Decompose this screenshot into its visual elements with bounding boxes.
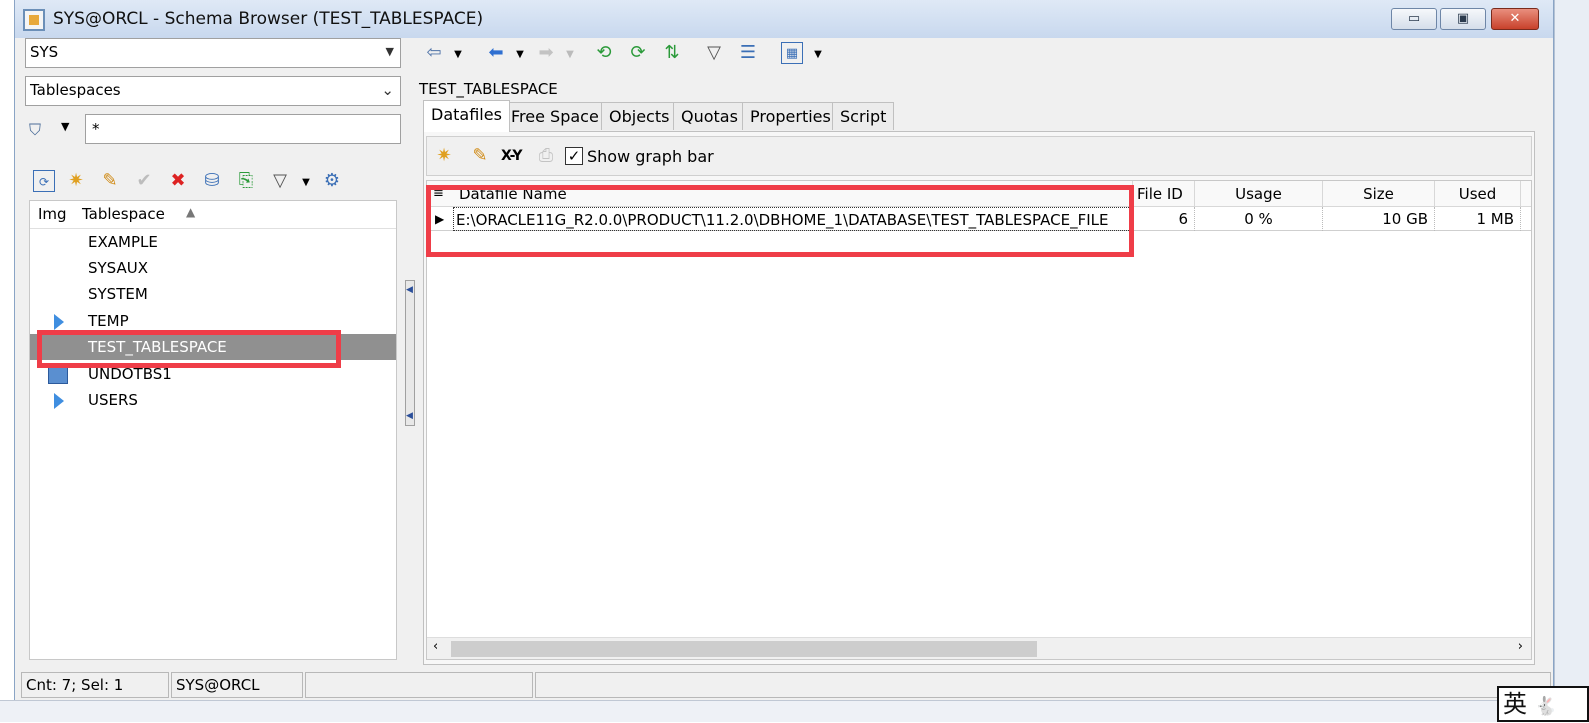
img-column-header[interactable]: Img	[38, 205, 67, 223]
status-connection: SYS@ORCL	[171, 672, 303, 698]
status-panel-empty	[305, 672, 533, 698]
background-taskbar-edge	[0, 700, 1589, 722]
export-icon[interactable]: ⎘	[235, 170, 257, 192]
ime-language-label: 英	[1503, 690, 1527, 718]
refresh-all-icon[interactable]: ⟳	[627, 42, 649, 64]
schema-browser-icon	[23, 9, 45, 31]
chevron-down-icon: ⌄	[381, 81, 394, 99]
object-filter-input[interactable]: *	[85, 114, 401, 144]
datafiles-toolbar: ✷ ✎ X-Y ⎙ ✓ Show graph bar	[426, 136, 1532, 176]
funnel-icon[interactable]: ⛉	[29, 120, 41, 140]
rabbit-icon: 🐇	[1534, 696, 1558, 717]
tablespace-tree[interactable]: Img Tablespace ▲ EXAMPLE SYSAUX SYSTEM T…	[29, 200, 397, 660]
tree-item-sysaux[interactable]: SYSAUX	[30, 255, 396, 281]
filter-icon[interactable]: ▽	[269, 170, 291, 192]
refresh-icon[interactable]: ⟲	[593, 42, 615, 64]
tree-item-label: EXAMPLE	[88, 233, 158, 251]
tree-item-label: USERS	[88, 391, 138, 409]
object-type-dropdown[interactable]: Tablespaces ⌄	[25, 76, 401, 106]
close-button[interactable]: ✕	[1491, 8, 1539, 30]
file-id-cell[interactable]: 6	[1133, 207, 1195, 231]
size-cell[interactable]: 10 GB	[1323, 207, 1435, 231]
pencil-icon[interactable]: ✎	[469, 145, 491, 167]
chevron-down-icon: ▼	[385, 45, 394, 58]
usage-column-header[interactable]: Usage	[1195, 181, 1323, 207]
filter-options-arrow[interactable]: ▼	[295, 172, 317, 194]
expand-arrow-icon[interactable]	[54, 393, 64, 409]
list-icon[interactable]: ☰	[737, 42, 759, 64]
maximize-button[interactable]: ▣	[1440, 8, 1486, 30]
refresh-db-icon[interactable]: ⛁	[201, 170, 223, 192]
status-bar: Cnt: 7; Sel: 1 SYS@ORCL	[15, 670, 1553, 700]
dropdown-arrow[interactable]: ▼	[447, 44, 469, 66]
show-graph-bar-checkbox[interactable]: ✓	[565, 147, 583, 165]
scrollbar-thumb[interactable]	[451, 641, 1037, 657]
xy-icon[interactable]: X-Y	[501, 148, 523, 164]
annotation-box-tablespace	[37, 330, 341, 368]
title-bar[interactable]: SYS@ORCL - Schema Browser (TEST_TABLESPA…	[15, 0, 1553, 38]
configure-icon[interactable]: ⚙	[321, 170, 343, 192]
background-window-edge	[1554, 0, 1589, 722]
tree-item-users[interactable]: USERS	[30, 387, 396, 413]
check-icon: ✔	[136, 170, 152, 191]
show-graph-bar-label: Show graph bar	[587, 147, 714, 166]
dropdown-arrow[interactable]: ▼	[807, 44, 829, 66]
annotation-box-datafile	[426, 185, 1134, 257]
schema-dropdown[interactable]: SYS ▼	[25, 38, 401, 68]
tree-header: Img Tablespace ▲	[30, 201, 396, 229]
tablespace-column-header[interactable]: Tablespace	[82, 205, 165, 223]
pencil-icon[interactable]: ✎	[99, 170, 121, 192]
scroll-left-icon[interactable]: ‹	[433, 639, 438, 654]
tree-item-label: SYSTEM	[88, 285, 148, 303]
file-id-column-header[interactable]: File ID	[1133, 181, 1195, 207]
status-panel-message	[535, 672, 1551, 698]
forward-icon: ➡	[538, 42, 554, 63]
collapse-left-icon[interactable]: ◀	[406, 411, 413, 421]
used-cell[interactable]: 1 MB	[1435, 207, 1521, 231]
tab-quotas[interactable]: Quotas	[673, 102, 746, 130]
tree-item-label: SYSAUX	[88, 259, 148, 277]
scroll-right-icon[interactable]: ›	[1518, 639, 1523, 654]
tab-free-space[interactable]: Free Space	[503, 102, 607, 130]
add-datafile-icon[interactable]: ✷	[433, 145, 455, 167]
used-column-header[interactable]: Used	[1435, 181, 1521, 207]
compile-icon[interactable]: ⟳	[33, 170, 55, 192]
pane-splitter[interactable]: ◀ ◀	[405, 280, 415, 426]
sort-ascending-icon: ▲	[186, 205, 196, 219]
tree-item-example[interactable]: EXAMPLE	[30, 229, 396, 255]
collapse-left-icon[interactable]: ◀	[406, 285, 413, 295]
window-icon[interactable]: ▦	[781, 42, 803, 64]
schema-dropdown-value: SYS	[30, 43, 59, 61]
minimize-button[interactable]: ▭	[1391, 8, 1437, 30]
window-title: SYS@ORCL - Schema Browser (TEST_TABLESPA…	[53, 9, 484, 29]
ime-indicator[interactable]: 英 🐇	[1497, 686, 1589, 722]
filter-dropdown-arrow[interactable]: ▼	[61, 120, 69, 133]
object-type-value: Tablespaces	[30, 81, 121, 99]
tab-datafiles[interactable]: Datafiles	[423, 100, 510, 132]
size-column-header[interactable]: Size	[1323, 181, 1435, 207]
horizontal-scrollbar[interactable]: ‹ ›	[427, 637, 1531, 659]
tab-script[interactable]: Script	[832, 102, 895, 130]
tab-objects[interactable]: Objects	[601, 102, 678, 130]
dropdown-arrow[interactable]: ▼	[509, 44, 531, 66]
object-name-label: TEST_TABLESPACE	[419, 80, 558, 98]
expand-arrow-icon[interactable]	[54, 314, 64, 330]
status-count: Cnt: 7; Sel: 1	[21, 672, 169, 698]
back-nav-icon[interactable]: ⇦	[423, 42, 445, 64]
report-icon: ⎙	[538, 145, 554, 166]
filter-icon[interactable]: ▽	[703, 42, 725, 64]
dropdown-arrow: ▼	[566, 49, 574, 60]
refresh-details-icon[interactable]: ⇅	[661, 42, 683, 64]
delete-icon[interactable]: ✖	[167, 170, 189, 192]
create-icon[interactable]: ✷	[65, 170, 87, 192]
tab-properties[interactable]: Properties	[742, 102, 839, 130]
usage-cell[interactable]: 0 %	[1195, 207, 1323, 231]
schema-browser-window: SYS@ORCL - Schema Browser (TEST_TABLESPA…	[14, 0, 1554, 708]
back-icon[interactable]: ⬅	[485, 42, 507, 64]
tree-item-system[interactable]: SYSTEM	[30, 281, 396, 307]
